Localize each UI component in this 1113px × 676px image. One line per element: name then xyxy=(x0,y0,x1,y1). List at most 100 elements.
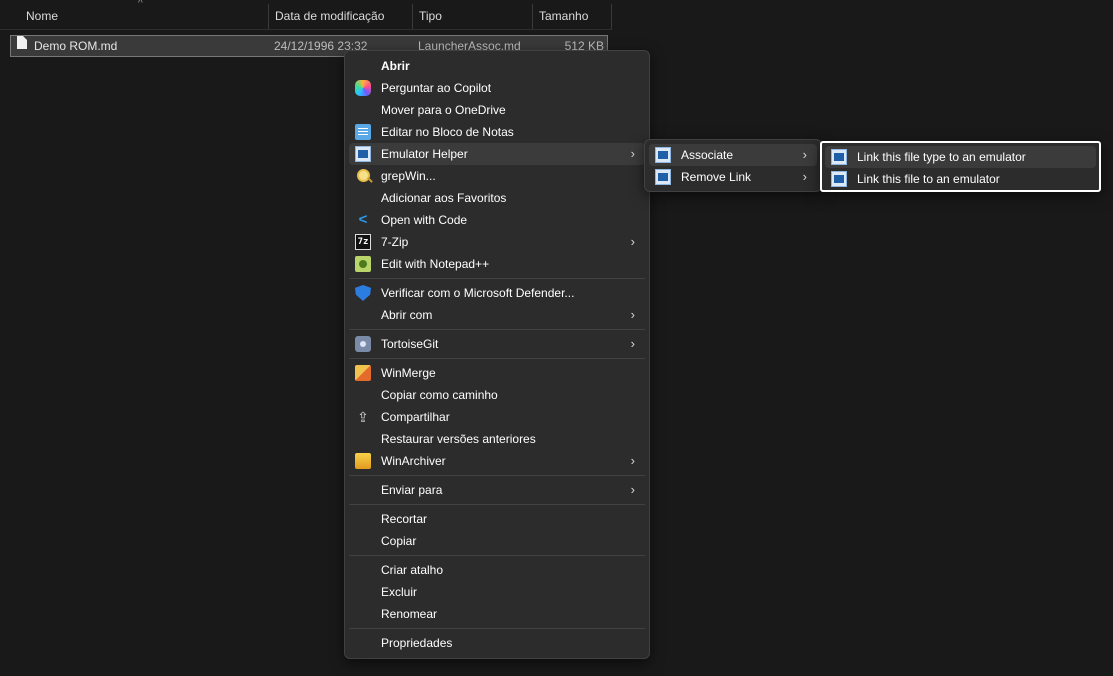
menu-item-label: Renomear xyxy=(381,607,438,621)
emulator-icon xyxy=(355,146,371,162)
copilot-icon xyxy=(355,80,371,96)
chevron-right-icon: › xyxy=(802,147,807,162)
menu-item-label: Abrir xyxy=(381,59,410,73)
menu-item-notepadpp[interactable]: Edit with Notepad++ xyxy=(349,253,645,275)
menu-item-copilot[interactable]: Perguntar ao Copilot xyxy=(349,77,645,99)
menu-item-label: Associate xyxy=(681,148,734,162)
winarchiver-icon xyxy=(355,453,371,469)
menu-item-label: Verificar com o Microsoft Defender... xyxy=(381,286,575,300)
column-modified-label: Data de modificação xyxy=(275,9,385,23)
menu-item-favorites[interactable]: Adicionar aos Favoritos xyxy=(349,187,645,209)
menu-item-label: Link this file type to an emulator xyxy=(857,150,1026,164)
menu-item-label: Editar no Bloco de Notas xyxy=(381,125,514,139)
menu-item-label: Enviar para xyxy=(381,483,443,497)
column-name[interactable]: Nome xyxy=(20,4,268,29)
grepwin-icon xyxy=(357,169,370,182)
chevron-right-icon: › xyxy=(630,307,635,322)
menu-item-rename[interactable]: Renomear xyxy=(349,603,645,625)
defender-icon xyxy=(355,285,371,301)
column-modified[interactable]: Data de modificação xyxy=(268,4,412,29)
column-type[interactable]: Tipo xyxy=(412,4,532,29)
menu-item-restore-versions[interactable]: Restaurar versões anteriores xyxy=(349,428,645,450)
7zip-icon: 7z xyxy=(355,234,371,250)
menu-item-label: Excluir xyxy=(381,585,418,599)
file-name: Demo ROM.md xyxy=(34,39,118,53)
menu-item-copy[interactable]: Copiar xyxy=(349,530,645,552)
menu-item-abrir-com[interactable]: Abrir com › xyxy=(349,304,645,326)
sort-ascending-icon: ^ xyxy=(138,0,143,9)
menu-item-onedrive[interactable]: Mover para o OneDrive xyxy=(349,99,645,121)
submenu-item-link-file[interactable]: Link this file to an emulator xyxy=(825,168,1096,190)
menu-item-emulator-helper[interactable]: Emulator Helper › xyxy=(349,143,645,165)
menu-item-label: Edit with Notepad++ xyxy=(381,257,490,271)
menu-item-label: Recortar xyxy=(381,512,428,526)
menu-item-share[interactable]: ⇪ Compartilhar xyxy=(349,406,645,428)
share-icon: ⇪ xyxy=(357,409,369,425)
menu-divider xyxy=(349,329,645,330)
menu-item-defender[interactable]: Verificar com o Microsoft Defender... xyxy=(349,282,645,304)
menu-divider xyxy=(349,555,645,556)
chevron-right-icon: › xyxy=(630,146,635,161)
submenu-item-associate[interactable]: Associate › xyxy=(649,144,817,166)
menu-item-label: Adicionar aos Favoritos xyxy=(381,191,507,205)
menu-item-winmerge[interactable]: WinMerge xyxy=(349,362,645,384)
menu-divider xyxy=(349,358,645,359)
column-type-label: Tipo xyxy=(419,9,442,23)
tortoisegit-icon xyxy=(355,336,371,352)
emulator-icon xyxy=(655,169,671,185)
menu-item-label: Propriedades xyxy=(381,636,453,650)
menu-divider xyxy=(349,278,645,279)
emulator-icon xyxy=(831,149,847,165)
menu-item-grepwin[interactable]: grepWin... xyxy=(349,165,645,187)
emulator-icon xyxy=(831,171,847,187)
menu-item-label: 7-Zip xyxy=(381,235,409,249)
winmerge-icon xyxy=(355,365,371,381)
menu-divider xyxy=(349,628,645,629)
menu-item-label: Copiar xyxy=(381,534,417,548)
menu-item-label: Remove Link xyxy=(681,170,752,184)
menu-item-create-shortcut[interactable]: Criar atalho xyxy=(349,559,645,581)
menu-item-label: Abrir com xyxy=(381,308,433,322)
column-header: Nome ^ Data de modificação Tipo Tamanho xyxy=(0,0,612,30)
menu-item-winarchiver[interactable]: WinArchiver › xyxy=(349,450,645,472)
emulator-helper-submenu: Associate › Remove Link › xyxy=(644,139,822,192)
menu-item-label: Criar atalho xyxy=(381,563,444,577)
submenu-item-link-file-type[interactable]: Link this file type to an emulator xyxy=(825,146,1096,168)
menu-item-label: Open with Code xyxy=(381,213,468,227)
notepad-icon xyxy=(355,124,371,140)
chevron-right-icon: › xyxy=(630,482,635,497)
menu-item-label: TortoiseGit xyxy=(381,337,439,351)
menu-item-label: grepWin... xyxy=(381,169,436,183)
menu-item-abrir[interactable]: Abrir xyxy=(349,55,645,77)
menu-divider xyxy=(349,475,645,476)
menu-item-label: Link this file to an emulator xyxy=(857,172,1000,186)
menu-item-properties[interactable]: Propriedades xyxy=(349,632,645,654)
menu-item-cut[interactable]: Recortar xyxy=(349,508,645,530)
menu-item-open-with-code[interactable]: < Open with Code xyxy=(349,209,645,231)
associate-submenu: Link this file type to an emulator Link … xyxy=(820,141,1101,192)
menu-item-label: Perguntar ao Copilot xyxy=(381,81,492,95)
menu-item-tortoisegit[interactable]: TortoiseGit › xyxy=(349,333,645,355)
column-size[interactable]: Tamanho xyxy=(532,4,612,29)
menu-item-delete[interactable]: Excluir xyxy=(349,581,645,603)
column-name-label: Nome xyxy=(26,9,59,23)
chevron-right-icon: › xyxy=(630,336,635,351)
menu-item-label: Restaurar versões anteriores xyxy=(381,432,536,446)
chevron-right-icon: › xyxy=(802,169,807,184)
context-menu: Abrir Perguntar ao Copilot Mover para o … xyxy=(344,50,650,659)
vscode-icon: < xyxy=(358,211,368,228)
submenu-item-remove-link[interactable]: Remove Link › xyxy=(649,166,817,188)
menu-item-notepad[interactable]: Editar no Bloco de Notas xyxy=(349,121,645,143)
column-size-label: Tamanho xyxy=(539,9,589,23)
menu-item-copy-path[interactable]: Copiar como caminho xyxy=(349,384,645,406)
menu-item-label: WinArchiver xyxy=(381,454,446,468)
emulator-icon xyxy=(655,147,671,163)
menu-divider xyxy=(349,504,645,505)
menu-item-7zip[interactable]: 7z 7-Zip › xyxy=(349,231,645,253)
menu-item-label: Emulator Helper xyxy=(381,147,468,161)
menu-item-send-to[interactable]: Enviar para › xyxy=(349,479,645,501)
chevron-right-icon: › xyxy=(630,234,635,249)
menu-item-label: WinMerge xyxy=(381,366,436,380)
menu-item-label: Mover para o OneDrive xyxy=(381,103,506,117)
notepadpp-icon xyxy=(355,256,371,272)
